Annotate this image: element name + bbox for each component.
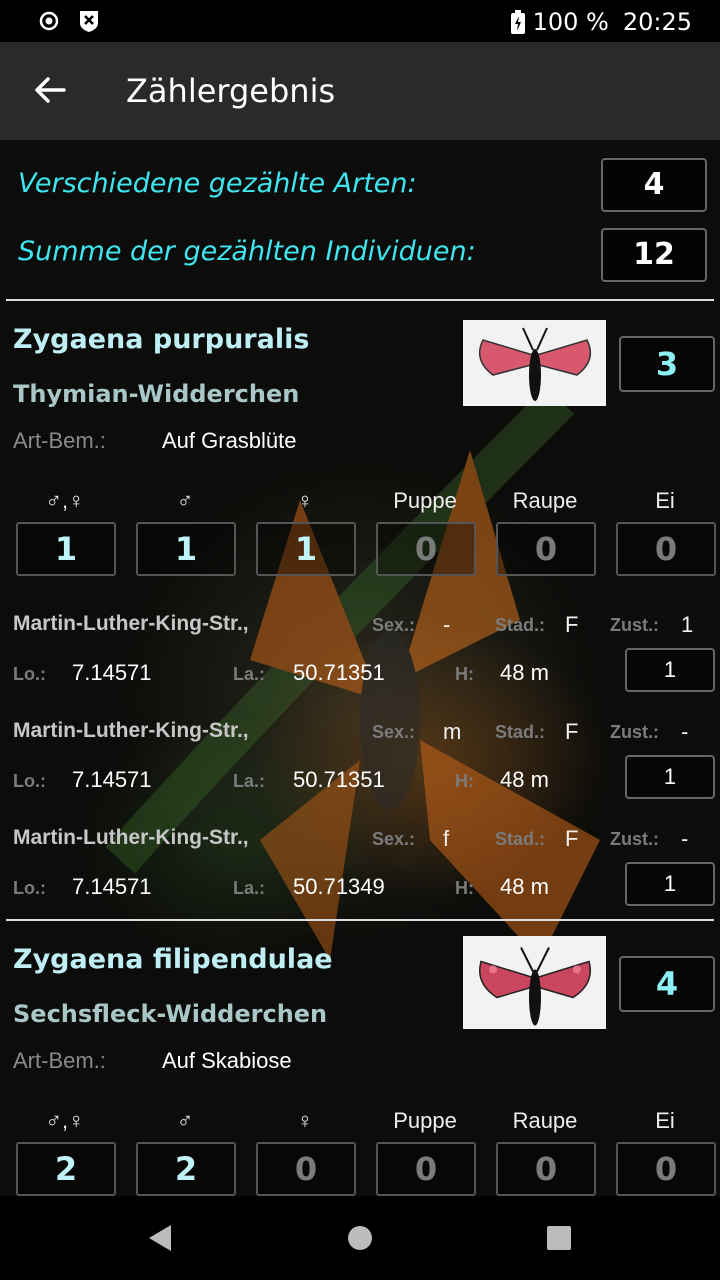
- species-common-name: Sechsfleck-Widderchen: [13, 1000, 328, 1028]
- longitude-value: 7.14571: [72, 874, 152, 899]
- species-scientific-name: Zygaena filipendulae: [13, 944, 333, 975]
- sex-label: Sex.:: [372, 829, 416, 849]
- sex-value: -: [443, 612, 451, 637]
- observation-count[interactable]: 1: [625, 862, 715, 906]
- sex-value: f: [443, 826, 450, 851]
- zust-label: Zust.:: [610, 829, 659, 849]
- status-bar: 100 % 20:25: [0, 0, 720, 42]
- nav-back-icon[interactable]: [146, 1223, 174, 1253]
- stage-header-pupa: Puppe: [393, 1108, 457, 1133]
- stage-header-both: ♂,♀: [45, 488, 85, 513]
- stage-count-both[interactable]: 1: [16, 522, 116, 576]
- radio-icon: [39, 11, 59, 31]
- latitude-label: La.:: [233, 664, 266, 684]
- stage-header-both: ♂,♀: [45, 1108, 85, 1133]
- battery-level: 100 %: [532, 8, 609, 36]
- height-value: 48 m: [500, 660, 549, 685]
- longitude-label: Lo.:: [13, 878, 46, 898]
- species-scientific-name: Zygaena purpuralis: [13, 324, 310, 355]
- navigation-bar: [0, 1196, 720, 1280]
- remark-value: Auf Skabiose: [162, 1048, 292, 1073]
- zust-value: 1: [681, 612, 694, 637]
- observation-location: Martin-Luther-King-Str.,: [13, 826, 249, 849]
- stage-count-male[interactable]: 2: [136, 1142, 236, 1196]
- latitude-value: 50.71351: [293, 660, 385, 685]
- observation-count[interactable]: 1: [625, 755, 715, 799]
- stage-header-male: ♂: [176, 488, 194, 513]
- stage-header-egg: Ei: [655, 488, 675, 513]
- result-list[interactable]: Verschiedene gezählte Arten: 4 Summe der…: [0, 140, 720, 1196]
- app-bar: Zählergebnis: [0, 42, 720, 140]
- stad-label: Stad.:: [495, 829, 546, 849]
- longitude-value: 7.14571: [72, 660, 152, 685]
- height-value: 48 m: [500, 767, 549, 792]
- observation-count[interactable]: 1: [625, 648, 715, 692]
- longitude-value: 7.14571: [72, 767, 152, 792]
- sex-label: Sex.:: [372, 722, 416, 742]
- species-count[interactable]: 4: [619, 956, 715, 1012]
- longitude-label: Lo.:: [13, 771, 46, 791]
- divider: [6, 299, 714, 301]
- back-arrow-icon[interactable]: [30, 70, 70, 110]
- stad-label: Stad.:: [495, 615, 546, 635]
- stad-value: F: [565, 612, 579, 637]
- stage-header-male: ♂: [176, 1108, 194, 1133]
- clock: 20:25: [622, 8, 692, 36]
- stad-label: Stad.:: [495, 722, 546, 742]
- stad-value: F: [565, 719, 579, 744]
- species-common-name: Thymian-Widderchen: [13, 380, 300, 408]
- battery-charging-icon: [510, 10, 525, 34]
- stage-count-male[interactable]: 1: [136, 522, 236, 576]
- page-title: Zählergebnis: [126, 72, 336, 110]
- stage-count-pupa[interactable]: 0: [376, 1142, 476, 1196]
- stage-header-pupa: Puppe: [393, 488, 457, 513]
- latitude-value: 50.71351: [293, 767, 385, 792]
- sex-value: m: [443, 719, 462, 744]
- stage-header-larva: Raupe: [512, 488, 578, 513]
- latitude-label: La.:: [233, 878, 266, 898]
- height-value: 48 m: [500, 874, 549, 899]
- zust-label: Zust.:: [610, 615, 659, 635]
- zust-value: -: [681, 826, 689, 851]
- species-count-label: Verschiedene gezählte Arten:: [18, 168, 417, 199]
- stage-count-female[interactable]: 1: [256, 522, 356, 576]
- observation-location: Martin-Luther-King-Str.,: [13, 612, 249, 635]
- divider: [6, 919, 714, 921]
- stage-header-female: ♀: [296, 1108, 314, 1133]
- height-label: H:: [455, 664, 474, 684]
- shield-icon: [80, 11, 98, 32]
- remark-value: Auf Grasblüte: [162, 428, 297, 453]
- latitude-label: La.:: [233, 771, 266, 791]
- stage-header-egg: Ei: [655, 1108, 675, 1133]
- individuals-count-value: 12: [601, 228, 707, 282]
- longitude-label: Lo.:: [13, 664, 46, 684]
- stage-count-larva[interactable]: 0: [496, 522, 596, 576]
- stage-header-larva: Raupe: [512, 1108, 578, 1133]
- stage-header-female: ♀: [296, 488, 314, 513]
- stage-count-female[interactable]: 0: [256, 1142, 356, 1196]
- species-count[interactable]: 3: [619, 336, 715, 392]
- remark-label: Art-Bem.:: [13, 428, 106, 453]
- stage-count-egg[interactable]: 0: [616, 1142, 716, 1196]
- species-thumbnail[interactable]: [463, 936, 606, 1029]
- height-label: H:: [455, 878, 474, 898]
- stad-value: F: [565, 826, 579, 851]
- species-count-value: 4: [601, 158, 707, 212]
- stage-count-both[interactable]: 2: [16, 1142, 116, 1196]
- zust-value: -: [681, 719, 689, 744]
- stage-count-egg[interactable]: 0: [616, 522, 716, 576]
- individuals-count-label: Summe der gezählten Individuen:: [18, 236, 476, 267]
- nav-home-icon[interactable]: [346, 1224, 374, 1252]
- height-label: H:: [455, 771, 474, 791]
- species-thumbnail[interactable]: [463, 320, 606, 406]
- nav-recents-icon[interactable]: [546, 1225, 572, 1251]
- remark-label: Art-Bem.:: [13, 1048, 106, 1073]
- observation-location: Martin-Luther-King-Str.,: [13, 719, 249, 742]
- latitude-value: 50.71349: [293, 874, 385, 899]
- stage-count-pupa[interactable]: 0: [376, 522, 476, 576]
- sex-label: Sex.:: [372, 615, 416, 635]
- stage-count-larva[interactable]: 0: [496, 1142, 596, 1196]
- zust-label: Zust.:: [610, 722, 659, 742]
